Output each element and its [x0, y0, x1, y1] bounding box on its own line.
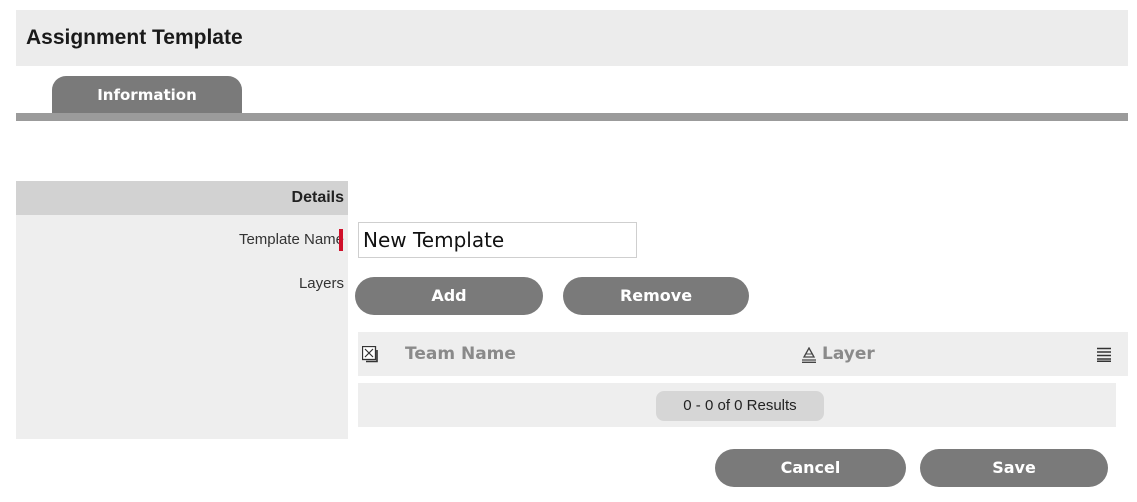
- cancel-button[interactable]: Cancel: [715, 449, 906, 487]
- layers-label: Layers: [298, 275, 344, 292]
- results-count: 0 - 0 of 0 Results: [656, 391, 824, 421]
- section-title: Details: [291, 189, 344, 206]
- section-header-details: Details: [16, 181, 348, 215]
- column-header-team-name[interactable]: Team Name: [405, 344, 516, 364]
- layers-grid-footer: 0 - 0 of 0 Results: [358, 383, 1116, 427]
- required-field-marker: [339, 229, 343, 251]
- sort-ascending-icon[interactable]: [802, 346, 816, 368]
- layers-grid-header: Team Name Layer: [358, 332, 1128, 376]
- template-name-label: Template Name: [238, 231, 344, 248]
- form-label-column: [16, 181, 348, 439]
- page-header: Assignment Template: [16, 10, 1128, 66]
- save-button[interactable]: Save: [920, 449, 1108, 487]
- add-layer-button[interactable]: Add: [355, 277, 543, 315]
- page-title: Assignment Template: [26, 26, 243, 49]
- remove-layer-button[interactable]: Remove: [563, 277, 749, 315]
- template-name-input[interactable]: [358, 222, 637, 258]
- column-menu-icon[interactable]: [1097, 347, 1111, 367]
- column-header-layer[interactable]: Layer: [822, 344, 875, 364]
- checkbox-cross-icon[interactable]: [361, 345, 379, 368]
- tab-bar-underline: [16, 113, 1128, 121]
- tab-information[interactable]: Information: [52, 76, 242, 114]
